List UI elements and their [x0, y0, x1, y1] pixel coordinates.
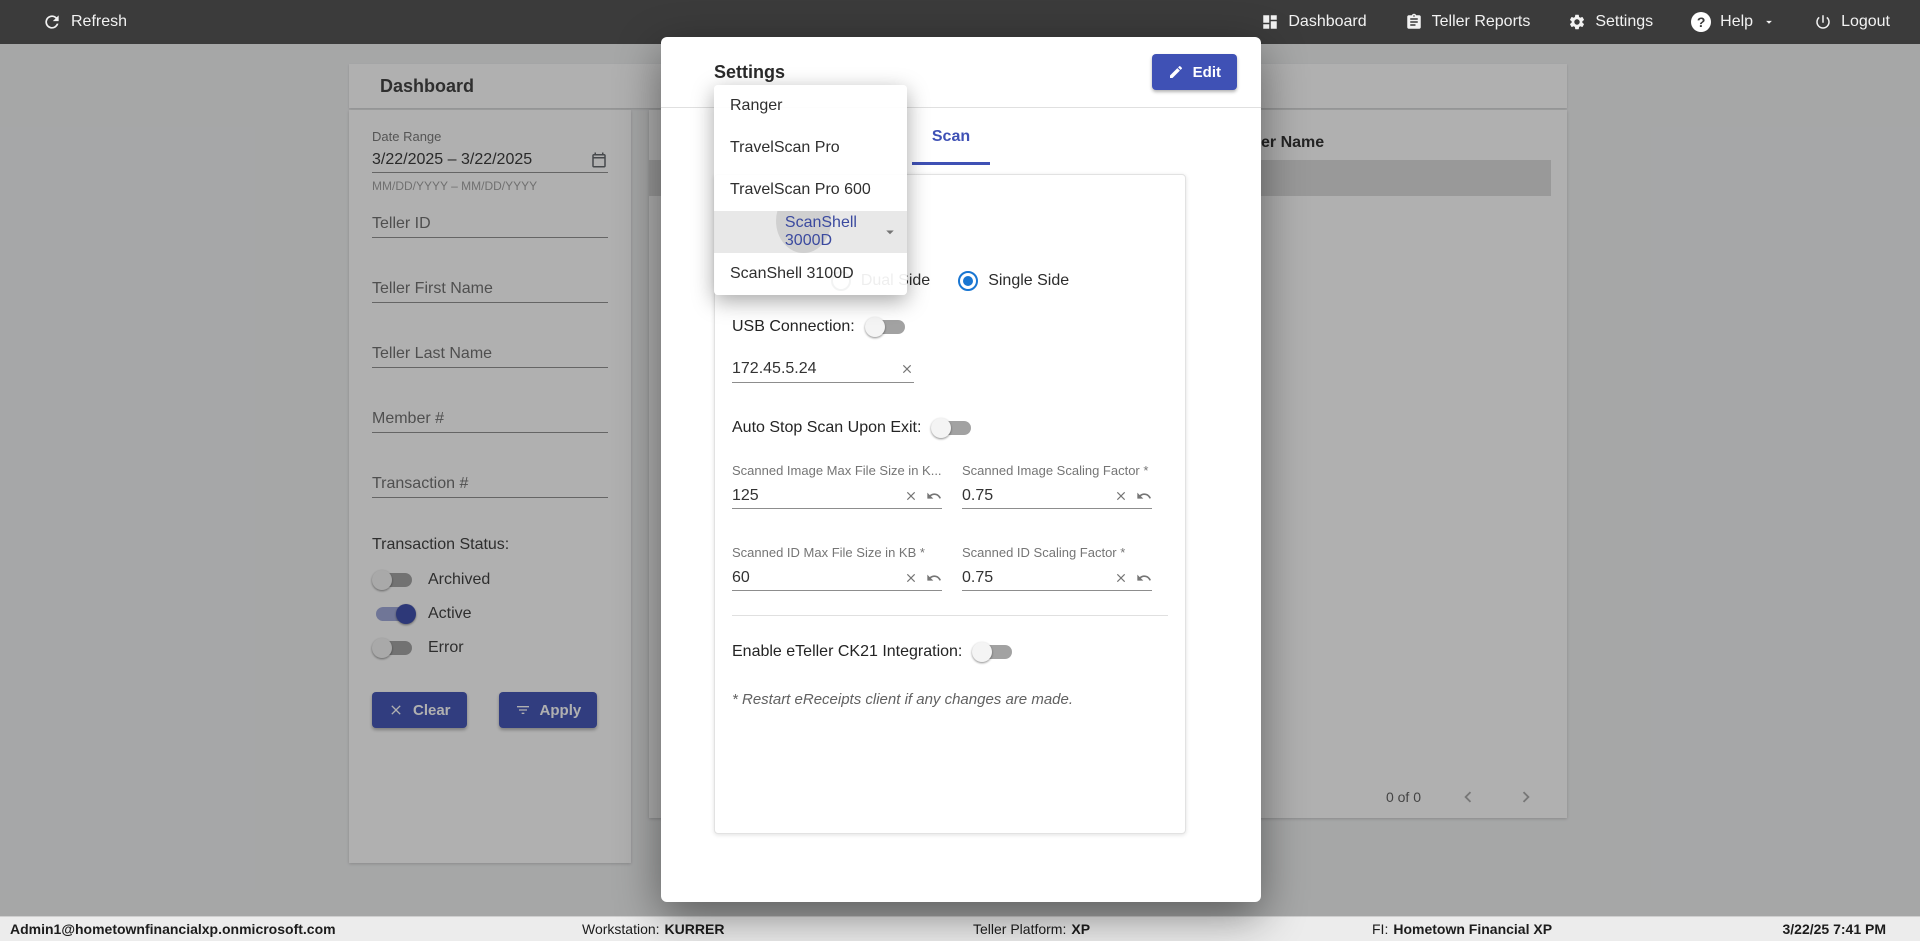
undo-icon[interactable]: [1136, 570, 1152, 586]
menu-item-scanshell-3100d[interactable]: ScanShell 3100D: [714, 253, 907, 295]
scan-fields-row-1: Scanned Image Max File Size in K... Scan…: [732, 463, 1152, 509]
usb-connection-switch[interactable]: [864, 315, 909, 339]
eteller-integration-label: Enable eTeller CK21 Integration:: [732, 643, 963, 660]
id-scaling-label: Scanned ID Scaling Factor *: [962, 545, 1126, 560]
settings-icon: [1570, 14, 1585, 30]
teller-reports-icon: [1406, 13, 1421, 29]
nav-dashboard[interactable]: Dashboard: [1261, 13, 1367, 31]
scanner-select-menu: Ranger TravelScan Pro TravelScan Pro 600…: [714, 85, 907, 295]
logged-in-user: Admin1@hometownfinancialxp.onmicrosoft.c…: [10, 921, 336, 937]
image-max-size-input[interactable]: [732, 483, 898, 508]
help-icon: ?: [1691, 12, 1712, 32]
status-datetime: 3/22/25 7:41 PM: [1782, 921, 1886, 937]
logout-icon: [1816, 15, 1830, 29]
single-side-radio-icon[interactable]: [958, 271, 979, 291]
menu-item-travelscan-pro-600[interactable]: TravelScan Pro 600: [714, 169, 907, 211]
image-scaling-field: Scanned Image Scaling Factor *: [962, 463, 1152, 509]
image-max-size-label: Scanned Image Max File Size in K...: [732, 463, 942, 478]
id-scaling-input[interactable]: [962, 565, 1108, 590]
refresh-label: Refresh: [71, 13, 128, 30]
teller-platform-value: XP: [1071, 921, 1091, 937]
close-icon[interactable]: [1114, 489, 1128, 503]
menu-item-scanshell-3000d[interactable]: ScanShell 3000D: [714, 211, 907, 253]
teller-platform-label: Teller Platform:: [973, 921, 1067, 937]
restart-note: * Restart eReceipts client if any change…: [732, 691, 1074, 708]
tab-scan-label: Scan: [931, 127, 971, 145]
id-max-size-label: Scanned ID Max File Size in KB *: [732, 545, 925, 560]
refresh-button[interactable]: Refresh: [0, 12, 127, 32]
menu-item-label: ScanShell 3100D: [730, 265, 854, 282]
image-scaling-input[interactable]: [962, 483, 1108, 508]
status-bar: Admin1@hometownfinancialxp.onmicrosoft.c…: [0, 916, 1920, 941]
nav-logout[interactable]: Logout: [1814, 13, 1890, 31]
nav-settings[interactable]: Settings: [1568, 13, 1653, 31]
undo-icon[interactable]: [926, 488, 942, 504]
undo-icon[interactable]: [926, 570, 942, 586]
nav-dashboard-label: Dashboard: [1288, 13, 1367, 30]
scanner-ip-field: [732, 355, 914, 383]
auto-stop-switch[interactable]: [931, 416, 975, 440]
tab-scan[interactable]: Scan: [912, 108, 990, 165]
menu-item-travelscan-pro[interactable]: TravelScan Pro: [714, 127, 907, 169]
id-max-size-field: Scanned ID Max File Size in KB *: [732, 545, 942, 591]
menu-item-label: TravelScan Pro 600: [730, 181, 871, 198]
nav-teller-reports-label: Teller Reports: [1431, 13, 1531, 30]
close-icon[interactable]: [1114, 571, 1128, 585]
menu-item-ranger[interactable]: Ranger: [714, 85, 907, 127]
edit-button[interactable]: Edit: [1151, 54, 1237, 90]
close-icon[interactable]: [904, 571, 918, 585]
dashboard-icon: [1263, 15, 1278, 29]
nav-help-label: Help: [1720, 13, 1754, 30]
menu-item-label: ScanShell 3000D: [784, 214, 857, 249]
workstation-label: Workstation:: [582, 921, 660, 937]
nav-settings-label: Settings: [1595, 13, 1654, 30]
menu-item-label: Ranger: [730, 97, 783, 114]
scanner-ip-input[interactable]: [732, 356, 894, 381]
eteller-integration-row: Enable eTeller CK21 Integration:: [732, 640, 1016, 664]
id-max-size-input[interactable]: [732, 565, 898, 590]
nav-teller-reports[interactable]: Teller Reports: [1405, 13, 1531, 31]
teller-platform-info: Teller Platform: XP: [973, 917, 1090, 941]
edit-icon: [1169, 65, 1182, 78]
menu-item-label: TravelScan Pro: [730, 139, 840, 156]
workstation-info: Workstation: KURRER: [582, 917, 724, 941]
radio-single-side[interactable]: Single Side: [958, 271, 1069, 291]
single-side-label: Single Side: [988, 272, 1070, 289]
workstation-value: KURRER: [664, 921, 725, 937]
undo-icon[interactable]: [1136, 488, 1152, 504]
scan-fields-row-2: Scanned ID Max File Size in KB * Scanned…: [732, 545, 1152, 591]
fi-label: FI:: [1372, 921, 1389, 937]
eteller-integration-switch[interactable]: [972, 640, 1016, 664]
nav-logout-label: Logout: [1841, 13, 1890, 30]
image-max-size-field: Scanned Image Max File Size in K...: [732, 463, 942, 509]
fi-value: Hometown Financial XP: [1393, 921, 1553, 937]
refresh-icon: [45, 15, 59, 29]
fi-info: FI: Hometown Financial XP: [1372, 917, 1552, 941]
image-scaling-label: Scanned Image Scaling Factor *: [962, 463, 1149, 478]
edit-button-label: Edit: [1192, 63, 1221, 81]
auto-stop-row: Auto Stop Scan Upon Exit:: [732, 416, 975, 440]
scan-card-divider: [732, 615, 1168, 616]
settings-modal-title: Settings: [714, 61, 786, 82]
select-arrow-icon: [886, 230, 894, 235]
usb-connection-label: USB Connection:: [732, 318, 855, 335]
id-scaling-field: Scanned ID Scaling Factor *: [962, 545, 1152, 591]
close-icon[interactable]: [900, 362, 914, 376]
top-nav-links: Dashboard Teller Reports Settings ? Help…: [1261, 12, 1920, 32]
nav-help[interactable]: ? Help: [1691, 12, 1776, 32]
auto-stop-label: Auto Stop Scan Upon Exit:: [732, 419, 922, 436]
usb-connection-row: USB Connection:: [732, 315, 909, 339]
close-icon[interactable]: [904, 489, 918, 503]
chevron-down-icon: [1766, 20, 1772, 24]
